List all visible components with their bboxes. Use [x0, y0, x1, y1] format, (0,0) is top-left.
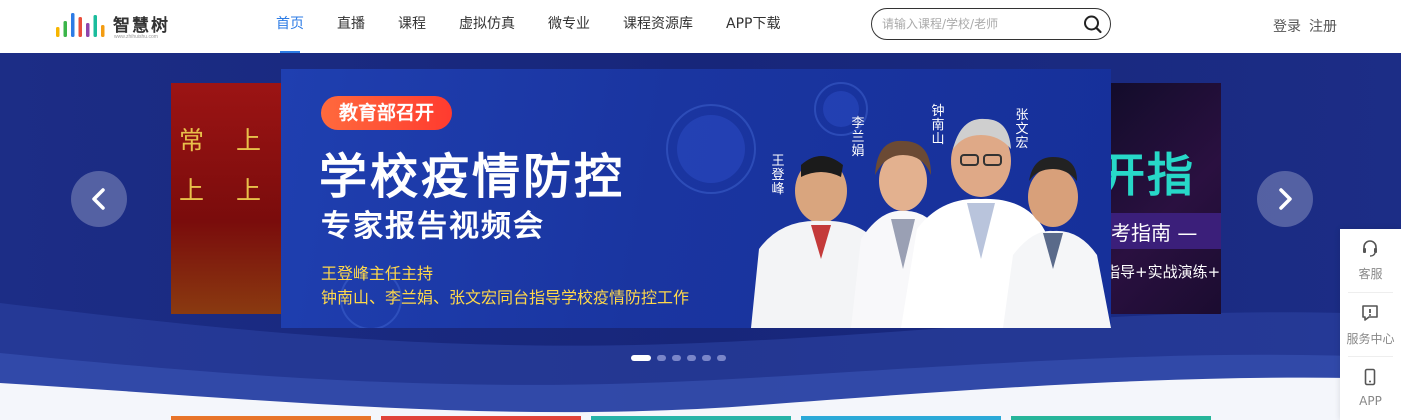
message-alert-icon — [1362, 305, 1378, 321]
nav-item-micro-major[interactable]: 微专业 — [536, 0, 602, 53]
logo-domain: www.zhihuishu.com — [114, 34, 158, 40]
service-center[interactable]: 服务中心 — [1340, 294, 1401, 354]
headset-icon — [1363, 240, 1377, 257]
service-divider — [1348, 292, 1393, 293]
logo-bars-icon — [56, 13, 105, 37]
left-slide-line2: 上 上 课 — [179, 176, 286, 205]
right-slide-headline: 开指 — [1105, 148, 1195, 202]
category-card[interactable] — [801, 416, 1001, 420]
login-link[interactable]: 登录 — [1273, 16, 1301, 36]
logo-bar — [86, 23, 90, 37]
slide-dot[interactable] — [631, 355, 651, 361]
side-slide-left[interactable]: 常 上 课 上 上 课 — [171, 83, 286, 314]
name-label-4: 张文宏 — [1015, 108, 1029, 151]
name-label-3: 钟南山 — [931, 104, 945, 147]
slide-title: 学校疫情防控 — [319, 149, 626, 205]
site-logo[interactable]: 智慧树 www.zhihuishu.com — [54, 9, 180, 43]
nav-item-home[interactable]: 首页 — [264, 0, 316, 53]
slide-dot[interactable] — [702, 355, 711, 361]
slide-subtitle: 专家报告视频会 — [321, 209, 545, 244]
chevron-left-icon — [92, 188, 105, 210]
logo-bar — [101, 25, 105, 37]
main-nav: 首页 直播 课程 虚拟仿真 微专业 课程资源库 APP下载 — [264, 0, 801, 53]
service-divider — [1348, 356, 1393, 357]
service-app-label: APP — [1359, 394, 1382, 408]
event-tag: 教育部召开 — [321, 96, 453, 130]
auth-links: 登录 注册 — [1265, 16, 1337, 36]
service-center-label: 服务中心 — [1346, 332, 1395, 346]
search-input[interactable] — [882, 15, 1078, 33]
nav-item-live[interactable]: 直播 — [325, 0, 377, 53]
logo-bar — [63, 21, 67, 37]
service-support-label: 客服 — [1358, 267, 1383, 281]
next-slide-button[interactable] — [1257, 171, 1313, 227]
phone-icon — [1364, 368, 1376, 386]
name-label-2: 李兰娟 — [851, 116, 865, 159]
page: 智慧树 www.zhihuishu.com 首页 直播 课程 虚拟仿真 微专业 … — [0, 0, 1401, 420]
service-support[interactable]: 客服 — [1340, 229, 1401, 289]
right-slide-band-text: 考指南 — — [1111, 221, 1198, 245]
logo-bar — [93, 15, 97, 37]
slide-indicators — [631, 355, 732, 361]
logo-bar — [56, 27, 60, 37]
left-slide-line1: 常 上 课 — [179, 126, 286, 155]
search-icon[interactable] — [1082, 14, 1104, 34]
category-card[interactable] — [591, 416, 791, 420]
service-app[interactable]: APP — [1340, 358, 1401, 418]
logo-name: 智慧树 — [113, 16, 170, 36]
logo-bar — [71, 13, 75, 37]
prev-slide-button[interactable] — [71, 171, 127, 227]
nav-item-virtual-simulation[interactable]: 虚拟仿真 — [447, 0, 527, 53]
category-card[interactable] — [1011, 416, 1211, 420]
chevron-right-icon — [1279, 188, 1292, 210]
category-card[interactable] — [381, 416, 581, 420]
register-link[interactable]: 注册 — [1309, 16, 1337, 36]
experts-photo — [751, 118, 1111, 328]
service-sidebar: 客服 服务中心 APP — [1340, 229, 1401, 420]
name-label-1: 王登峰 — [771, 154, 785, 197]
slide-line2: 钟南山、李兰娟、张文宏同台指导学校疫情防控工作 — [321, 288, 690, 307]
logo-bar — [78, 17, 82, 37]
slide-dot[interactable] — [687, 355, 696, 361]
slide-dot[interactable] — [657, 355, 666, 361]
side-slide-right[interactable]: 开指 考指南 — 指导+实战演练+ — [1105, 83, 1221, 314]
search-box — [871, 8, 1111, 40]
top-header: 智慧树 www.zhihuishu.com 首页 直播 课程 虚拟仿真 微专业 … — [0, 0, 1401, 53]
slide-dot[interactable] — [672, 355, 681, 361]
nav-item-course-library[interactable]: 课程资源库 — [611, 0, 705, 53]
nav-item-courses[interactable]: 课程 — [386, 0, 438, 53]
slide-dot[interactable] — [717, 355, 726, 361]
main-slide[interactable]: 教育部召开 学校疫情防控 专家报告视频会 王登峰主任主持 钟南山、李兰娟、张文宏… — [281, 69, 1111, 328]
right-slide-band: 考指南 — — [1105, 213, 1221, 249]
slide-line1: 王登峰主任主持 — [321, 264, 434, 283]
right-slide-small: 指导+实战演练+ — [1105, 263, 1221, 281]
hero-banner: 常 上 课 上 上 课 开指 考指南 — 指导+实战演练+ — [0, 53, 1401, 420]
nav-item-app-download[interactable]: APP下载 — [714, 0, 792, 53]
category-card[interactable] — [171, 416, 371, 420]
